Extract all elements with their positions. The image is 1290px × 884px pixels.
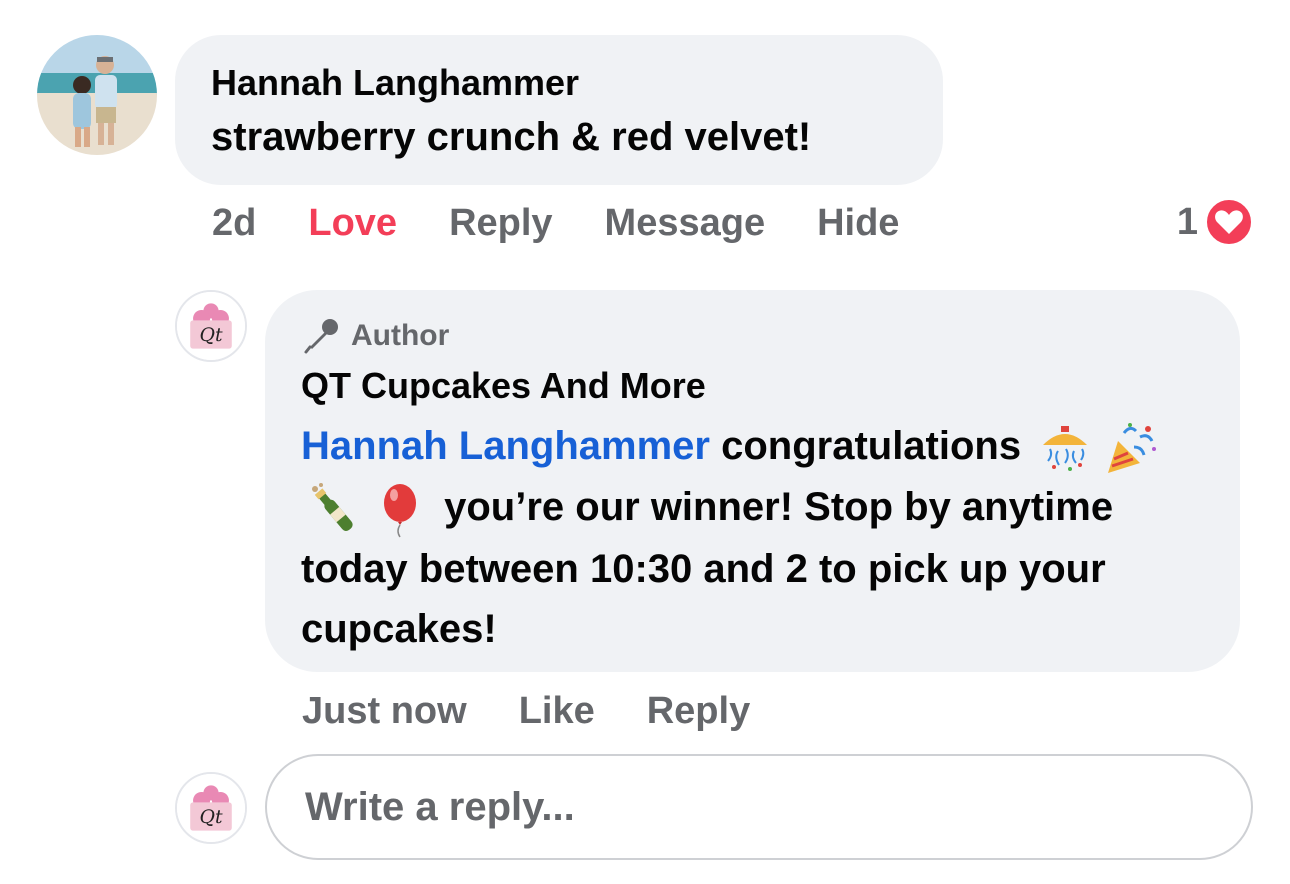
reply-timestamp[interactable]: Just now (302, 690, 467, 733)
balloon-icon (371, 481, 429, 539)
heart-reaction-icon (1205, 198, 1253, 246)
commenter-avatar[interactable] (37, 35, 157, 155)
logo-text: Qt (199, 806, 222, 828)
love-button[interactable]: Love (308, 202, 397, 245)
reply-author-name[interactable]: QT Cupcakes And More (301, 362, 1204, 410)
reply-button[interactable]: Reply (449, 202, 552, 245)
microphone-icon (304, 319, 338, 354)
comment-actions: 2d Love Reply Message Hide (212, 198, 951, 248)
comment-timestamp[interactable]: 2d (212, 202, 256, 245)
comment-bubble: Hannah Langhammer strawberry crunch & re… (175, 35, 943, 185)
comment-text: strawberry crunch & red velvet! (211, 115, 812, 159)
message-button[interactable]: Message (605, 202, 766, 245)
champagne-bottle-icon (305, 481, 363, 539)
comment-author-name[interactable]: Hannah Langhammer (211, 61, 907, 105)
hide-button[interactable]: Hide (817, 202, 899, 245)
reply-text: Hannah Langhammer congratulations you’re… (301, 416, 1204, 659)
reaction-summary[interactable]: 1 (1177, 195, 1254, 249)
cupcake-logo-icon: Qt (177, 292, 245, 360)
reaction-count: 1 (1176, 200, 1198, 243)
author-badge: Author (301, 312, 1204, 360)
confetti-ball-icon (1036, 419, 1094, 477)
reply-box[interactable] (265, 754, 1253, 860)
commenter-photo (37, 35, 157, 155)
mention-link[interactable]: Hannah Langhammer (301, 424, 710, 468)
logo-text: Qt (199, 324, 222, 346)
reply-bubble: Author QT Cupcakes And More Hannah Langh… (265, 290, 1240, 672)
party-popper-icon (1102, 419, 1160, 477)
reply-button[interactable]: Reply (647, 690, 750, 733)
reply-text-part: congratulations (709, 424, 1033, 468)
page-avatar[interactable]: Qt (175, 290, 247, 362)
reply-input[interactable] (303, 783, 1215, 831)
cupcake-logo-icon: Qt (177, 774, 245, 842)
like-button[interactable]: Like (519, 690, 595, 733)
reply-actions: Just now Like Reply (302, 686, 802, 736)
current-user-avatar[interactable]: Qt (175, 772, 247, 844)
author-badge-label: Author (351, 319, 450, 352)
